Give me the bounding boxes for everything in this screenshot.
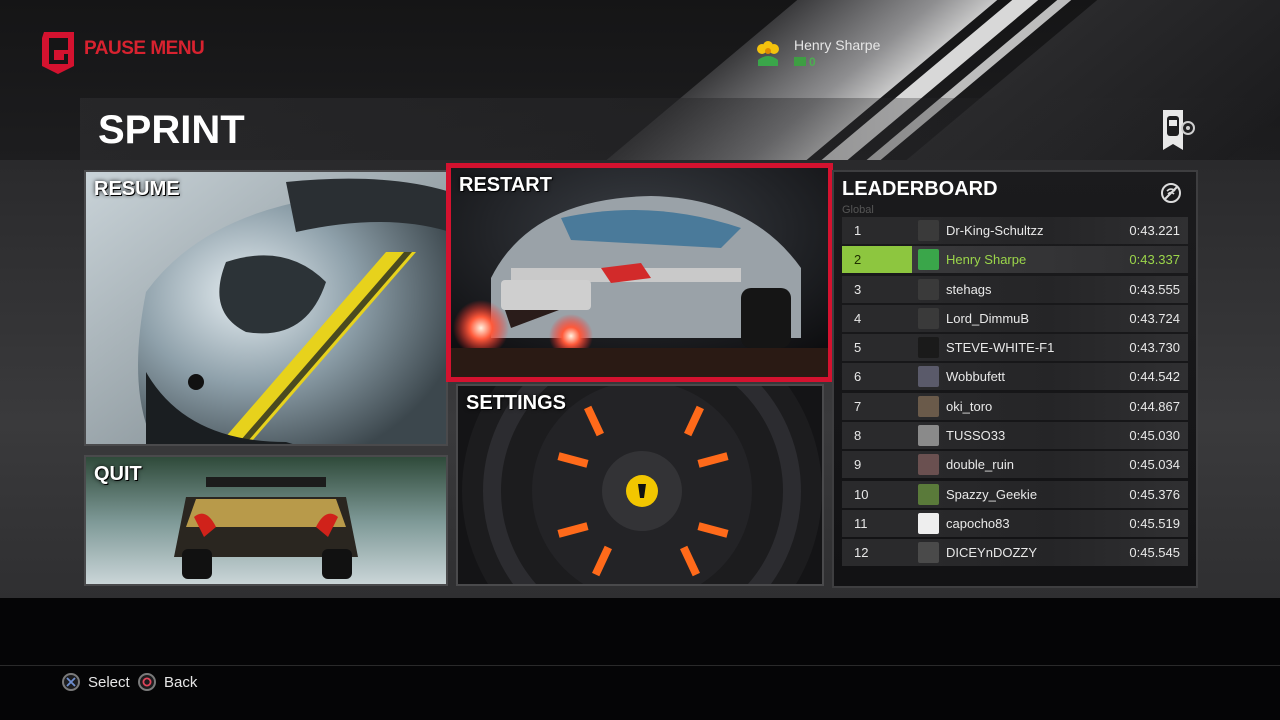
leaderboard-row[interactable]: 9 double_ruin 0:45.034 <box>842 451 1188 479</box>
leaderboard-row[interactable]: 7 oki_toro 0:44.867 <box>842 392 1188 420</box>
row-time: 0:44.542 <box>1129 369 1180 385</box>
player-avatar <box>918 512 939 534</box>
resume-label: RESUME <box>94 178 180 200</box>
row-rank: 6 <box>842 363 912 391</box>
quit-tile[interactable]: QUIT <box>84 455 448 586</box>
title-band <box>80 98 1280 160</box>
row-rank: 2 <box>842 246 912 274</box>
event-title: SPRINT <box>98 108 245 152</box>
row-rank: 3 <box>842 275 912 303</box>
row-time: 0:45.034 <box>1129 457 1180 473</box>
row-rank: 11 <box>842 509 912 537</box>
row-time: 0:43.730 <box>1129 340 1180 356</box>
player-avatar <box>918 366 939 388</box>
leaderboard-row[interactable]: 8 TUSSO33 0:45.030 <box>842 422 1188 450</box>
resume-car-image <box>86 172 446 444</box>
player-avatar <box>918 454 939 476</box>
back-hint[interactable]: Back <box>138 673 197 691</box>
row-name: Wobbufett <box>946 369 1006 385</box>
player-avatar <box>918 249 939 271</box>
event-badge-icon <box>1163 110 1195 150</box>
leaderboard-row[interactable]: 3 stehags 0:43.555 <box>842 275 1188 303</box>
row-time: 0:43.555 <box>1129 281 1180 297</box>
row-name: double_ruin <box>946 457 1014 473</box>
select-hint[interactable]: Select <box>62 673 130 691</box>
settings-label: SETTINGS <box>466 392 567 414</box>
leaderboard-list: 1 Dr-King-Schultzz 0:43.221 2 Henry Shar… <box>842 217 1188 569</box>
row-time: 0:43.221 <box>1129 223 1180 238</box>
row-rank: 12 <box>842 539 912 567</box>
row-rank: 9 <box>842 451 912 479</box>
leaderboard-row[interactable]: 5 STEVE-WHITE-F1 0:43.730 <box>842 334 1188 362</box>
footer-background <box>0 598 1280 720</box>
leaderboard-row-current-player[interactable]: 2 Henry Sharpe 0:43.337 <box>842 246 1188 274</box>
back-hint-label: Back <box>164 673 198 691</box>
menu-title: PAUSE MENU <box>84 38 205 59</box>
quit-label: QUIT <box>94 463 142 485</box>
resume-tile[interactable]: RESUME <box>84 170 448 446</box>
player-avatar <box>918 395 939 417</box>
circle-button-icon <box>138 673 156 691</box>
row-time: 0:44.867 <box>1129 398 1180 414</box>
row-time: 0:45.376 <box>1129 486 1180 502</box>
player-avatar <box>918 307 939 329</box>
row-name: Spazzy_Geekie <box>946 486 1038 502</box>
row-rank: 8 <box>842 422 912 450</box>
row-rank: 7 <box>842 392 912 420</box>
row-time: 0:45.030 <box>1129 428 1180 444</box>
user-score-value: 0 <box>809 55 816 69</box>
row-name: DICEYnDOZZY <box>946 545 1038 561</box>
leaderboard-title: LEADERBOARD <box>842 178 998 200</box>
leaderboard-row[interactable]: 1 Dr-King-Schultzz 0:43.221 <box>842 217 1188 244</box>
row-name: oki_toro <box>946 398 993 414</box>
user-name: Henry Sharpe <box>794 37 881 53</box>
leaderboard-row[interactable]: 12 DICEYnDOZZY 0:45.545 <box>842 539 1188 567</box>
row-name: TUSSO33 <box>946 428 1006 444</box>
row-rank: 4 <box>842 304 912 332</box>
row-time: 0:43.724 <box>1129 310 1180 326</box>
fame-icon <box>794 57 806 66</box>
restart-tile[interactable]: RESTART <box>446 163 833 382</box>
flower-avatar-icon <box>757 41 779 66</box>
footer-divider <box>0 665 1280 666</box>
row-time: 0:43.337 <box>1129 252 1180 268</box>
player-avatar <box>918 425 939 447</box>
player-avatar <box>918 337 939 359</box>
settings-wheel-image <box>458 386 822 584</box>
player-avatar <box>918 483 939 505</box>
leaderboard-panel: LEADERBOARD Global 1 Dr-King-Schultzz 0:… <box>832 170 1198 588</box>
leaderboard-row[interactable]: 10 Spazzy_Geekie 0:45.376 <box>842 480 1188 508</box>
row-name: STEVE-WHITE-F1 <box>946 340 1055 356</box>
user-score: 0 <box>794 55 816 69</box>
leaderboard-row[interactable]: 4 Lord_DimmuB 0:43.724 <box>842 304 1188 332</box>
row-name: Henry Sharpe <box>946 252 1027 268</box>
player-avatar <box>918 220 939 241</box>
driveclub-logo-icon <box>42 32 74 74</box>
leaderboard-subtitle: Global <box>842 204 874 216</box>
row-time: 0:45.519 <box>1129 515 1180 531</box>
row-rank: 10 <box>842 480 912 508</box>
row-rank: 1 <box>842 217 912 244</box>
offline-icon[interactable] <box>1160 182 1182 204</box>
player-avatar <box>918 542 939 564</box>
restart-car-image <box>451 168 828 377</box>
row-name: Dr-King-Schultzz <box>946 223 1044 238</box>
cross-button-icon <box>62 673 80 691</box>
leaderboard-row[interactable]: 11 capocho83 0:45.519 <box>842 509 1188 537</box>
player-avatar <box>918 278 939 300</box>
leaderboard-row[interactable]: 6 Wobbufett 0:44.542 <box>842 363 1188 391</box>
row-name: capocho83 <box>946 515 1010 531</box>
settings-tile[interactable]: SETTINGS <box>456 384 824 586</box>
row-time: 0:45.545 <box>1129 545 1180 561</box>
row-name: stehags <box>946 281 992 297</box>
select-hint-label: Select <box>88 673 130 691</box>
row-rank: 5 <box>842 334 912 362</box>
restart-label: RESTART <box>459 174 552 196</box>
row-name: Lord_DimmuB <box>946 310 1030 326</box>
